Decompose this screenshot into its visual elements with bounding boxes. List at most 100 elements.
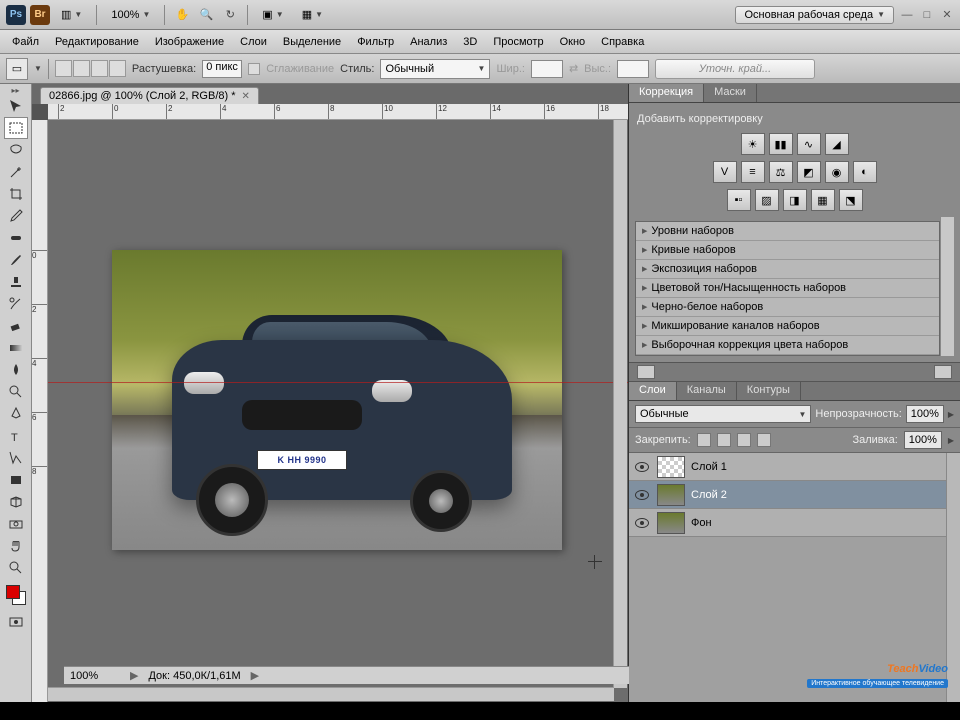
layer-row[interactable]: Фон 🔒 <box>629 509 960 537</box>
workspace-selector[interactable]: Основная рабочая среда▼ <box>735 6 894 24</box>
chevron-right-icon[interactable]: ▶ <box>948 410 954 419</box>
preset-item[interactable]: Экспозиция наборов <box>636 260 939 279</box>
camera-tool-icon[interactable] <box>4 513 28 535</box>
new-selection-icon[interactable] <box>55 60 72 77</box>
arrange-documents-button[interactable]: ▥▼ <box>54 5 89 24</box>
eraser-tool-icon[interactable] <box>4 315 28 337</box>
zoom-dropdown[interactable]: 100%▼ <box>104 6 157 24</box>
preset-item[interactable]: Кривые наборов <box>636 241 939 260</box>
quick-mask-icon[interactable] <box>4 611 28 633</box>
tab-paths[interactable]: Контуры <box>737 382 801 400</box>
menu-window[interactable]: Окно <box>552 33 594 51</box>
menu-analysis[interactable]: Анализ <box>402 33 455 51</box>
blend-mode-select[interactable]: Обычные▼ <box>635 405 811 423</box>
type-tool-icon[interactable]: T <box>4 425 28 447</box>
lock-pixels-icon[interactable] <box>717 433 731 447</box>
posterize-icon[interactable]: ▨ <box>755 189 779 211</box>
tab-channels[interactable]: Каналы <box>677 382 737 400</box>
layer-thumbnail[interactable] <box>657 456 685 478</box>
channel-mixer-icon[interactable]: ◐ <box>853 161 877 183</box>
zoom-icon[interactable]: 🔍 <box>196 5 216 25</box>
menu-help[interactable]: Справка <box>593 33 652 51</box>
fill-input[interactable]: 100% <box>904 431 942 449</box>
gradient-tool-icon[interactable] <box>4 337 28 359</box>
path-tool-icon[interactable] <box>4 447 28 469</box>
shape-tool-icon[interactable] <box>4 469 28 491</box>
add-selection-icon[interactable] <box>73 60 90 77</box>
chevron-right-icon[interactable]: ▶ <box>948 436 954 445</box>
bw-icon[interactable]: ◩ <box>797 161 821 183</box>
tab-layers[interactable]: Слои <box>629 382 677 400</box>
preset-item[interactable]: Черно-белое наборов <box>636 298 939 317</box>
3d-tool-icon[interactable] <box>4 491 28 513</box>
curves-icon[interactable]: ∿ <box>797 133 821 155</box>
menu-3d[interactable]: 3D <box>455 33 485 51</box>
feather-input[interactable]: 0 пикс <box>202 60 242 78</box>
invert-icon[interactable]: ▪▫ <box>727 189 751 211</box>
brightness-icon[interactable]: ☀ <box>741 133 765 155</box>
healing-tool-icon[interactable] <box>4 227 28 249</box>
layer-name[interactable]: Фон <box>691 517 938 529</box>
preset-item[interactable]: Выборочная коррекция цвета наборов <box>636 336 939 355</box>
adj-footer-icon[interactable] <box>637 365 655 379</box>
layer-name[interactable]: Слой 2 <box>691 489 956 501</box>
layers-scrollbar[interactable] <box>946 453 960 702</box>
canvas[interactable]: K HH 9990 <box>112 250 562 550</box>
guide-line[interactable] <box>48 382 628 383</box>
scrollbar-horizontal[interactable] <box>48 687 614 701</box>
dodge-tool-icon[interactable] <box>4 381 28 403</box>
adj-footer-icon[interactable] <box>934 365 952 379</box>
threshold-icon[interactable]: ◨ <box>783 189 807 211</box>
lock-all-icon[interactable] <box>757 433 771 447</box>
intersect-selection-icon[interactable] <box>109 60 126 77</box>
layer-thumbnail[interactable] <box>657 484 685 506</box>
menu-select[interactable]: Выделение <box>275 33 349 51</box>
menu-image[interactable]: Изображение <box>147 33 232 51</box>
blur-tool-icon[interactable] <box>4 359 28 381</box>
presets-scrollbar[interactable] <box>940 217 954 356</box>
arrange-button[interactable]: ▦▼ <box>295 5 330 24</box>
document-tab[interactable]: 02866.jpg @ 100% (Слой 2, RGB/8) * ✕ <box>40 87 259 104</box>
menu-layer[interactable]: Слои <box>232 33 275 51</box>
ruler-vertical[interactable]: 0 2 4 6 8 <box>32 120 48 702</box>
zoom-value[interactable]: 100% <box>70 670 120 682</box>
refine-edge-button[interactable]: Уточн. край... <box>655 59 815 79</box>
ruler-horizontal[interactable]: 2 0 2 4 6 8 10 12 14 16 18 <box>48 104 628 120</box>
visibility-icon[interactable] <box>635 490 649 500</box>
menu-file[interactable]: Файл <box>4 33 47 51</box>
pen-tool-icon[interactable] <box>4 403 28 425</box>
exposure-icon[interactable]: ◢ <box>825 133 849 155</box>
menu-view[interactable]: Просмотр <box>485 33 551 51</box>
wand-tool-icon[interactable] <box>4 161 28 183</box>
stamp-tool-icon[interactable] <box>4 271 28 293</box>
bridge-logo-icon[interactable]: Br <box>30 5 50 25</box>
close-button[interactable]: ✕ <box>940 8 954 22</box>
scrollbar-vertical[interactable] <box>613 120 627 688</box>
subtract-selection-icon[interactable] <box>91 60 108 77</box>
close-tab-icon[interactable]: ✕ <box>242 91 250 102</box>
tab-masks[interactable]: Маски <box>704 84 757 102</box>
hand-tool-icon[interactable] <box>4 535 28 557</box>
color-swatches[interactable] <box>4 583 28 607</box>
layer-row[interactable]: Слой 1 <box>629 453 960 481</box>
chevron-down-icon[interactable]: ▼ <box>34 64 42 73</box>
crop-tool-icon[interactable] <box>4 183 28 205</box>
lock-position-icon[interactable] <box>737 433 751 447</box>
chevron-right-icon[interactable]: ▶ <box>251 669 259 682</box>
layer-thumbnail[interactable] <box>657 512 685 534</box>
zoom-tool-icon[interactable] <box>4 557 28 579</box>
eyedropper-tool-icon[interactable] <box>4 205 28 227</box>
preset-item[interactable]: Цветовой тон/Насыщенность наборов <box>636 279 939 298</box>
move-tool-icon[interactable] <box>4 95 28 117</box>
hue-icon[interactable]: ≡ <box>741 161 765 183</box>
hand-icon[interactable]: ✋ <box>172 5 192 25</box>
preset-item[interactable]: Уровни наборов <box>636 222 939 241</box>
foreground-color-swatch[interactable] <box>6 585 20 599</box>
layer-name[interactable]: Слой 1 <box>691 461 956 473</box>
vibrance-icon[interactable]: V <box>713 161 737 183</box>
rotate-view-icon[interactable]: ↻ <box>220 5 240 25</box>
brush-tool-icon[interactable] <box>4 249 28 271</box>
visibility-icon[interactable] <box>635 518 649 528</box>
visibility-icon[interactable] <box>635 462 649 472</box>
color-balance-icon[interactable]: ⚖ <box>769 161 793 183</box>
